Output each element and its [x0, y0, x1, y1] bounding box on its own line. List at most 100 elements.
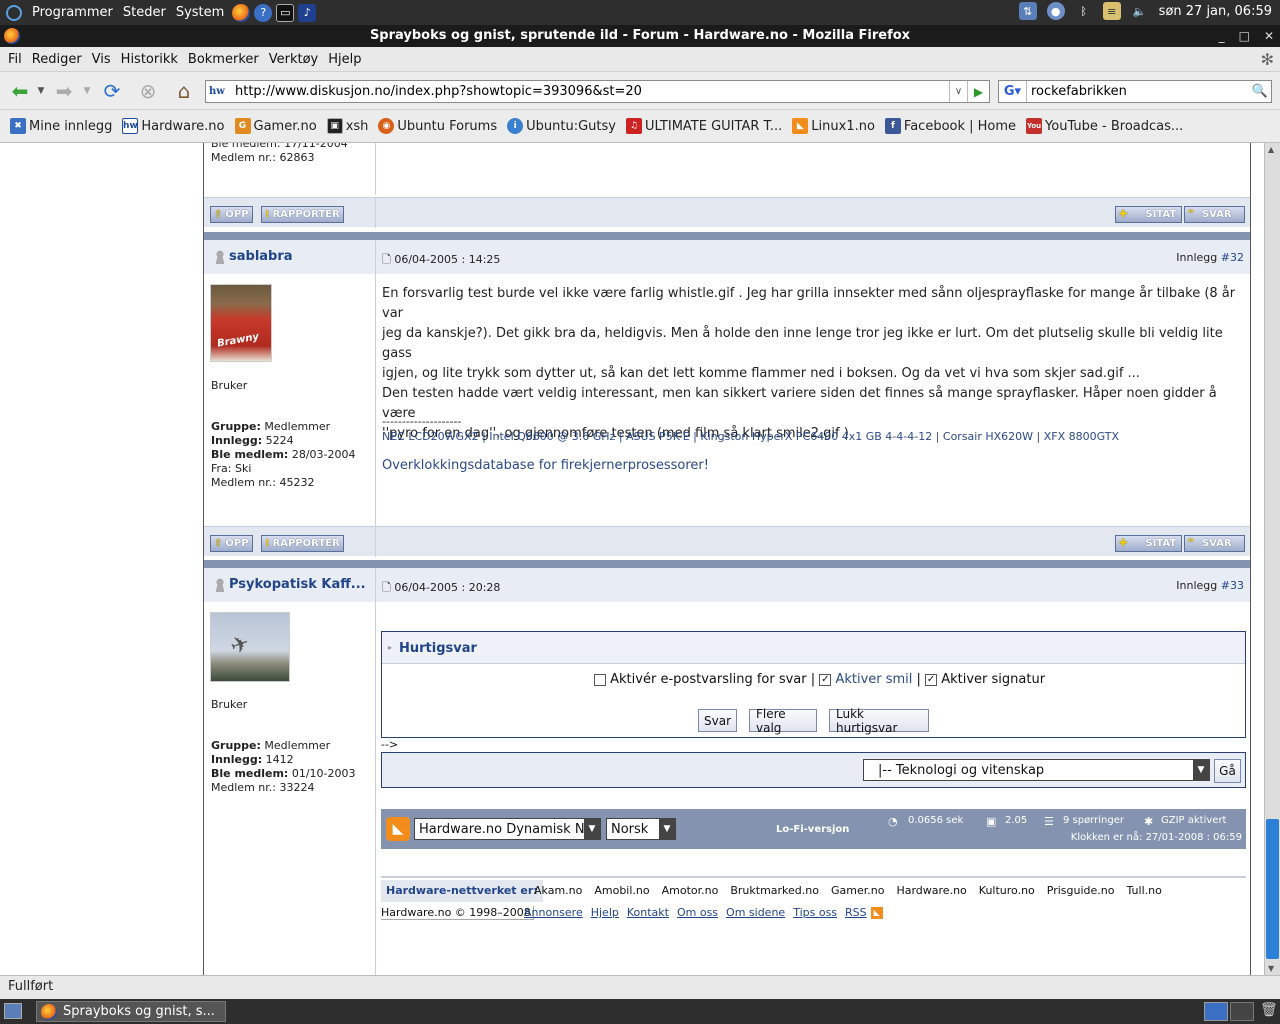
reload-icon[interactable]: ⟳	[100, 79, 124, 103]
menu-edit[interactable]: Rediger	[32, 52, 82, 67]
bookmark-mine-innlegg[interactable]: ✖ Mine innlegg	[10, 118, 112, 134]
report-button[interactable]: ! RAPPORTER	[261, 206, 344, 223]
menu-help[interactable]: Hjelp	[328, 52, 361, 67]
ubuntu-logo-icon[interactable]	[6, 4, 22, 21]
post-author[interactable]: Psykopatisk Kaff...	[214, 577, 366, 592]
taskbar-window-button[interactable]: Sprayboks og gnist, s...	[36, 1001, 226, 1022]
forward-history-dropdown-icon[interactable]: ▼	[80, 80, 94, 102]
close-quick-reply-button[interactable]: Lukk hurtigsvar	[829, 707, 929, 735]
menu-tools[interactable]: Verktøy	[269, 52, 319, 67]
workspace-switcher-icon[interactable]	[1230, 1002, 1254, 1021]
network-site-link[interactable]: Akam.no	[534, 884, 582, 897]
help-launcher-icon[interactable]: ?	[254, 3, 273, 22]
network-site-link[interactable]: Tull.no	[1127, 884, 1162, 897]
smilies-checkbox[interactable]: ✓	[819, 673, 832, 686]
home-icon[interactable]: ⌂	[172, 79, 196, 103]
clipboard-icon[interactable]: ≡	[1102, 2, 1121, 20]
signature-checkbox[interactable]: ✓	[925, 673, 938, 686]
workspace-switcher-icon[interactable]	[1204, 1002, 1228, 1021]
network-site-link[interactable]: Hardware.no	[896, 884, 966, 897]
scroll-thumb[interactable]	[1266, 819, 1279, 959]
bookmark-facebook[interactable]: f Facebook | Home	[884, 118, 1016, 134]
network-site-link[interactable]: Gamer.no	[831, 884, 884, 897]
bookmark-hardware[interactable]: hw Hardware.no	[122, 118, 225, 134]
forum-jump-go-button[interactable]: Gå	[1214, 759, 1241, 783]
bookmark-linux1[interactable]: ◣ Linux1.no	[792, 118, 875, 134]
terminal-launcher-icon[interactable]: ▭	[276, 3, 295, 22]
scroll-up-icon[interactable]: ▲	[1268, 145, 1274, 154]
footer-link[interactable]: Kontakt	[627, 906, 669, 919]
panel-menu-applications[interactable]: Programmer	[32, 5, 113, 20]
menu-file[interactable]: Fil	[8, 52, 22, 67]
menu-bookmarks[interactable]: Bokmerker	[188, 52, 259, 67]
submit-reply-button[interactable]: Svar	[698, 709, 737, 732]
footer-link[interactable]: Tips oss	[793, 906, 837, 919]
menu-view[interactable]: Vis	[92, 52, 111, 67]
signature-link[interactable]: Overklokkingsdatabase for firekjernerpro…	[382, 458, 709, 473]
volume-icon[interactable]: 🔈	[1131, 2, 1149, 20]
bookmark-youtube[interactable]: You YouTube - Broadcas...	[1026, 118, 1183, 134]
network-site-link[interactable]: Amotor.no	[662, 884, 719, 897]
reply-button[interactable]: ❞ SVAR	[1184, 206, 1245, 223]
footer-link[interactable]: Om oss	[677, 906, 718, 919]
network-site-link[interactable]: Amobil.no	[594, 884, 649, 897]
email-notify-checkbox[interactable]	[594, 673, 606, 686]
rss-icon[interactable]: ◣	[386, 817, 410, 841]
url-bar[interactable]: hw ∨ ▶	[205, 80, 990, 103]
firefox-launcher-icon[interactable]	[232, 3, 251, 22]
show-desktop-icon[interactable]	[4, 1003, 22, 1019]
post-permalink[interactable]: #32	[1221, 251, 1244, 264]
search-bar[interactable]: G▾ 🔍	[998, 80, 1272, 103]
close-icon[interactable]: ✕	[1264, 25, 1274, 47]
forum-jump-select[interactable]: |-- Teknologi og vitenskap ▼	[863, 759, 1210, 781]
user-icon[interactable]: ●	[1046, 2, 1065, 20]
url-input[interactable]	[233, 81, 949, 102]
bookmark-ubuntu-gutsy[interactable]: i Ubuntu:Gutsy	[507, 118, 616, 134]
network-site-link[interactable]: Prisguide.no	[1047, 884, 1115, 897]
minimize-icon[interactable]: _	[1219, 25, 1225, 47]
quote-button[interactable]: ✚ SITAT	[1115, 206, 1182, 223]
bookmark-ubuntu-forums[interactable]: ◉ Ubuntu Forums	[378, 118, 497, 134]
quote-button[interactable]: ✚ SITAT	[1115, 535, 1182, 552]
network-site-link[interactable]: Kulturo.no	[979, 884, 1035, 897]
stop-icon[interactable]: ⊗	[136, 79, 160, 103]
post-author[interactable]: sablabra	[214, 249, 293, 264]
url-dropdown-icon[interactable]: ∨	[949, 81, 967, 102]
lofi-link[interactable]: Lo-Fi-versjon	[776, 824, 849, 835]
trash-icon[interactable]: 🗑	[1260, 1002, 1278, 1018]
network-site-link[interactable]: Bruktmarked.no	[730, 884, 819, 897]
rss-small-icon[interactable]: ◣	[870, 907, 883, 919]
network-icon[interactable]: ⇅	[1018, 2, 1037, 20]
forward-arrow-icon[interactable]: ➡	[52, 79, 76, 103]
footer-link[interactable]: Hjelp	[591, 906, 619, 919]
skin-select[interactable]: Hardware.no Dynamisk N ▼	[414, 818, 601, 840]
language-select[interactable]: Norsk ▼	[606, 818, 676, 840]
panel-menu-system[interactable]: System	[176, 5, 224, 20]
signature-specs[interactable]: NEC LCD20WGX2 | Intel Q6600 @ 3.6 GHz | …	[382, 430, 1119, 443]
scroll-down-icon[interactable]: ▼	[1268, 964, 1274, 973]
footer-link[interactable]: Annonsere	[524, 906, 583, 919]
footer-link[interactable]: Om sidene	[726, 906, 785, 919]
footer-link[interactable]: RSS	[845, 906, 867, 919]
google-engine-icon[interactable]: G▾	[999, 81, 1027, 102]
bookmark-gamer[interactable]: G Gamer.no	[234, 118, 317, 134]
app-launcher-icon[interactable]: ♪	[298, 3, 317, 22]
back-history-dropdown-icon[interactable]: ▼	[34, 80, 48, 102]
maximize-icon[interactable]: □	[1239, 25, 1250, 47]
post-permalink[interactable]: #33	[1221, 579, 1244, 592]
search-input[interactable]	[1027, 83, 1249, 100]
back-arrow-icon[interactable]: ⬅	[8, 79, 32, 103]
page-scrollbar[interactable]: ▲ ▼	[1264, 143, 1280, 975]
report-button[interactable]: ! RAPPORTER	[261, 535, 344, 552]
bookmark-ultimate-guitar[interactable]: ♫ ULTIMATE GUITAR T...	[625, 118, 782, 134]
up-button[interactable]: ⇧ OPP	[210, 535, 253, 552]
search-icon[interactable]: 🔍	[1249, 84, 1271, 99]
up-button[interactable]: ⇧ OPP	[210, 206, 253, 223]
go-arrow-icon[interactable]: ▶	[967, 81, 989, 102]
panel-clock[interactable]: søn 27 jan, 06:59	[1159, 4, 1272, 19]
bookmark-xsh[interactable]: ▣ xsh	[326, 118, 368, 134]
more-options-button[interactable]: Flere valg	[749, 707, 817, 735]
reply-button[interactable]: ❞ SVAR	[1184, 535, 1245, 552]
menu-history[interactable]: Historikk	[121, 52, 178, 67]
panel-menu-places[interactable]: Steder	[123, 5, 166, 20]
